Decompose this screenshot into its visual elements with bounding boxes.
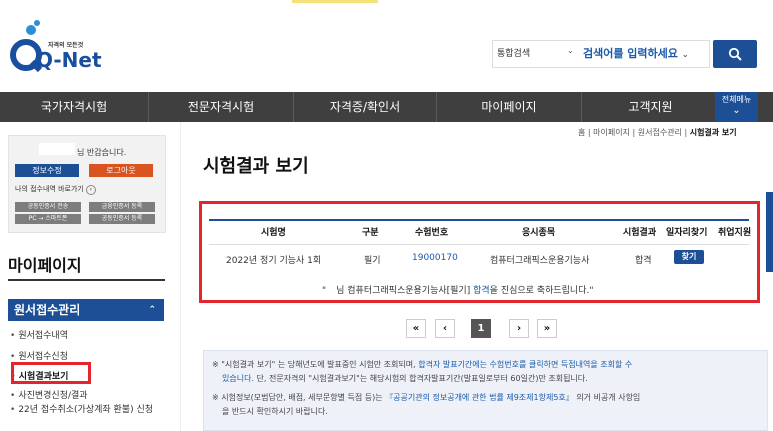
sidebar: 님 반갑습니다. 정보수정 로그아웃 나의 접수내역 바로가기 › 공동인증서 전… — [0, 122, 181, 431]
edit-info-button[interactable]: 정보수정 — [15, 164, 79, 177]
sidebar-item-label: 원서접수내역 — [18, 331, 68, 341]
page-title: 시험결과 보기 — [203, 156, 309, 177]
user-name-masked — [39, 143, 75, 155]
results-table: 시험명 구분 수험번호 응시종목 시험결과 일자리찾기 취업지원 2022년 정… — [199, 201, 760, 303]
notice-text: 단, 전문자격의 "시험결과보기"는 해당시험의 합격자발표기간(발표일로부터 … — [253, 374, 588, 383]
notice-text: 의거 비공개 사항임 — [573, 393, 641, 402]
notice-text: ※ "시험결과 보기" 는 당해년도에 발표중인 시험만 조회되며, — [212, 360, 419, 369]
breadcrumb: 홈 | 마이페이지 | 원서접수관리 | 시험결과 보기 — [578, 128, 737, 137]
chevron-down-icon: ⌄ — [567, 46, 574, 55]
breadcrumb-application[interactable]: 원서접수관리 — [638, 128, 682, 137]
chevron-down-icon: ⌄ — [732, 105, 741, 116]
sidebar-item-photo-change[interactable]: • 사진변경신청/결과 — [10, 388, 88, 401]
divider — [8, 279, 165, 281]
logo-name: Q-Net — [36, 48, 102, 72]
notice-text: 을 반드시 확인하시기 바랍니다. — [222, 407, 328, 416]
col-header-jobs: 일자리찾기 — [666, 228, 708, 238]
logout-button[interactable]: 로그아웃 — [89, 164, 153, 177]
all-menu-label: 전체메뉴 — [721, 95, 752, 104]
congrats-message: " 님 컴퓨터그래픽스운용기능사[필기] 합격을 진심으로 축하드립니다." — [322, 283, 593, 296]
page-1-button[interactable]: 1 — [471, 319, 491, 338]
sidebar-item-label: 22년 접수취소(가상계좌 환불) 신청 — [18, 405, 154, 415]
notice-line: ※ "시험결과 보기" 는 당해년도에 발표중인 시험만 조회되며, 합격자 발… — [212, 358, 742, 372]
notice-law-link[interactable]: 『공공기관의 정보공개에 관한 법률 제9조제1항제5호』 — [385, 393, 574, 402]
sidebar-item-label: 원서접수신청 — [18, 352, 68, 362]
search-placeholder: 검색어를 입력하세요 — [583, 47, 678, 60]
sidebar-section-title: 마이페이지 — [8, 256, 82, 275]
nav-item-national-exam[interactable]: 국가자격시험 — [0, 92, 149, 122]
col-header-number: 수험번호 — [415, 228, 449, 238]
greeting-text: 님 반갑습니다. — [77, 148, 127, 157]
nav-item-support[interactable]: 고객지원 — [582, 92, 719, 122]
search-input[interactable]: 검색어를 입력하세요 ⌄ — [583, 45, 689, 61]
cert-transfer-button[interactable]: 공동인증서 전송 — [15, 202, 81, 212]
nav-item-professional-exam[interactable]: 전문자격시험 — [149, 92, 294, 122]
col-header-result: 시험결과 — [623, 228, 657, 238]
main-nav: 국가자격시험 전문자격시험 자격증/확인서 마이페이지 고객지원 — [0, 92, 773, 122]
nav-item-mypage[interactable]: 마이페이지 — [437, 92, 582, 122]
arrow-right-icon: › — [85, 185, 96, 195]
notice-text: ※ 시험정보(모범답안, 배점, 세부문항별 득점 등)는 — [212, 393, 386, 402]
pc-to-smartphone-button[interactable]: PC → 스마트폰 — [15, 214, 81, 224]
bullet-icon: • — [10, 405, 16, 415]
cell-result: 합격 — [635, 256, 652, 266]
bullet-icon: • — [10, 352, 16, 362]
first-page-button[interactable]: « — [406, 319, 426, 338]
qnet-logo[interactable]: 자격의 모든것 Q-Net — [6, 18, 116, 80]
chevron-down-icon: ⌄ — [681, 50, 689, 59]
sidebar-item-application-request[interactable]: • 원서접수신청 — [10, 349, 68, 362]
sidebar-group-label: 원서접수관리 — [14, 303, 81, 317]
breadcrumb-current: 시험결과 보기 — [689, 128, 737, 137]
bullet-icon: • — [10, 331, 16, 341]
notice-line: ※ 시험정보(모범답안, 배점, 세부문항별 득점 등)는 『공공기관의 정보공… — [212, 391, 742, 405]
col-header-type: 구분 — [362, 228, 379, 238]
search-icon — [728, 47, 742, 61]
table-header-line — [209, 219, 749, 221]
cell-subject: 컴퓨터그래픽스운용기능사 — [490, 256, 590, 266]
notice-highlight: 있습니다. — [222, 374, 254, 383]
nav-item-certificate[interactable]: 자격증/확인서 — [294, 92, 437, 122]
financial-cert-register-button[interactable]: 금융인증서 등록 — [89, 202, 155, 212]
recent-link-label: 나의 접수내역 바로가기 — [15, 185, 84, 193]
prev-page-button[interactable]: ‹ — [435, 319, 455, 338]
search-button[interactable] — [713, 40, 757, 68]
congrats-quote: " — [322, 286, 327, 296]
table-row-line — [209, 244, 749, 245]
next-page-button[interactable]: › — [509, 319, 529, 338]
search-bar: 통합검색 ⌄ 검색어를 입력하세요 ⌄ — [492, 40, 710, 68]
cell-type: 필기 — [364, 256, 381, 266]
col-header-support: 취업지원 — [718, 228, 752, 238]
notice-box: ※ "시험결과 보기" 는 당해년도에 발표중인 시험만 조회되며, 합격자 발… — [203, 350, 768, 431]
floating-side-tab[interactable] — [766, 192, 773, 272]
all-menu-button[interactable]: 전체메뉴 ⌄ — [715, 92, 758, 122]
chevron-up-icon: ⌃ — [148, 305, 156, 315]
find-jobs-button[interactable]: 찾기 — [674, 250, 704, 264]
breadcrumb-mypage[interactable]: 마이페이지 — [593, 128, 630, 137]
col-header-subject: 응시종목 — [522, 228, 556, 238]
notice-highlight: 합격자 발표기간에는 수험번호를 클릭하면 득점내역을 조회할 수 — [418, 360, 633, 369]
notice-line: 있습니다. 단, 전문자격의 "시험결과보기"는 해당시험의 합격자발표기간(발… — [222, 372, 752, 386]
login-box: 님 반갑습니다. 정보수정 로그아웃 나의 접수내역 바로가기 › 공동인증서 전… — [8, 135, 166, 233]
congrats-text: 님 컴퓨터그래픽스운용기능사[필기] — [336, 286, 471, 296]
highlight-box-sidebar — [11, 362, 91, 384]
sidebar-item-label: 사진변경신청/결과 — [18, 391, 88, 401]
sidebar-item-application-history[interactable]: • 원서접수내역 — [10, 328, 68, 341]
top-accent-bar — [292, 0, 378, 3]
sidebar-item-cancel-refund[interactable]: • 22년 접수취소(가상계좌 환불) 신청 — [10, 405, 170, 416]
congrats-pass: 합격 — [473, 286, 490, 296]
search-scope-label: 통합검색 — [497, 49, 531, 59]
search-scope-select[interactable]: 통합검색 ⌄ — [497, 46, 574, 59]
notice-line: 을 반드시 확인하시기 바랍니다. — [222, 405, 752, 419]
bullet-icon: • — [10, 391, 16, 401]
cell-exam: 2022년 정기 기능사 1회 — [226, 256, 322, 266]
congrats-end: 을 진심으로 축하드립니다." — [489, 286, 594, 296]
last-page-button[interactable]: » — [537, 319, 557, 338]
cert-register-button[interactable]: 공동인증서 등록 — [89, 214, 155, 224]
sidebar-group-application[interactable]: 원서접수관리 ⌃ — [8, 299, 164, 321]
col-header-exam: 시험명 — [261, 228, 286, 238]
exam-number-link[interactable]: 19000170 — [412, 253, 458, 263]
recent-applications-link[interactable]: 나의 접수내역 바로가기 › — [15, 184, 96, 195]
breadcrumb-home[interactable]: 홈 — [578, 128, 585, 137]
